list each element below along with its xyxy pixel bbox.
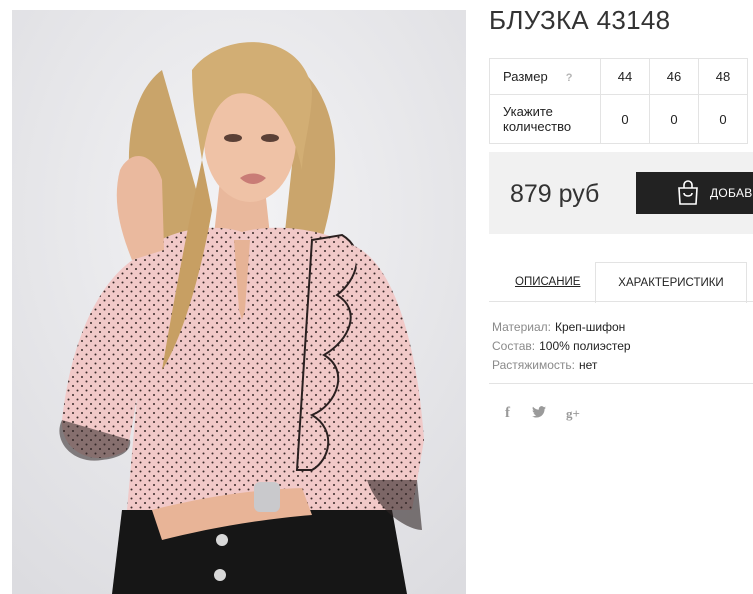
product-page: БЛУЗКА 43148 Размер? 44 46 48 Укажите ко… (0, 0, 753, 594)
product-title: БЛУЗКА 43148 (489, 5, 671, 35)
tab-description[interactable]: ОПИСАНИЕ (515, 276, 580, 288)
size-row: Размер? 44 46 48 (489, 58, 748, 95)
property-value: Креп-шифон (554, 320, 626, 334)
property-composition: Состав: 100% полиэстер (492, 337, 631, 356)
characteristics-list: Материал: Креп-шифон Состав: 100% полиэсте… (492, 318, 631, 375)
google-plus-icon[interactable]: g+ (566, 406, 580, 422)
size-46: 46 (649, 58, 699, 95)
quantity-input-44[interactable]: 0 (600, 94, 650, 144)
properties-divider (489, 383, 753, 384)
quantity-input-46[interactable]: 0 (649, 94, 699, 144)
product-photo[interactable] (12, 10, 466, 594)
product-price: 879 руб (510, 180, 600, 208)
quantity-label-cell: Укажите количество (489, 94, 601, 144)
property-key: Растяжимость: (492, 358, 576, 372)
social-share: f g+ (505, 405, 580, 422)
property-material: Материал: Креп-шифон (492, 318, 631, 337)
size-label-cell: Размер? (489, 58, 601, 95)
quantity-row: Укажите количество 0 0 0 (489, 94, 748, 144)
tabs-divider (489, 301, 753, 302)
property-key: Состав: (492, 339, 536, 353)
shopping-bag-icon (676, 180, 700, 206)
property-stretch: Растяжимость: нет (492, 356, 631, 375)
add-to-cart-label: ДОБАВИ (710, 186, 753, 200)
size-44: 44 (600, 58, 650, 95)
property-value: 100% полиэстер (539, 339, 631, 353)
size-quantity-table: Размер? 44 46 48 Укажите количество 0 0 … (489, 58, 748, 144)
product-tabs: ОПИСАНИЕ ХАРАКТЕРИСТИКИ (489, 262, 753, 303)
size-48: 48 (698, 58, 748, 95)
property-key: Материал: (492, 320, 551, 334)
twitter-icon[interactable] (532, 406, 546, 421)
quantity-label-line2: количество (503, 119, 572, 134)
add-to-cart-button[interactable]: ДОБАВИ (636, 172, 753, 214)
quantity-input-48[interactable]: 0 (698, 94, 748, 144)
property-value: нет (579, 358, 598, 372)
model-photo-illustration (12, 10, 466, 594)
quantity-label-line1: Укажите (503, 104, 553, 119)
tab-characteristics[interactable]: ХАРАКТЕРИСТИКИ (595, 262, 747, 303)
facebook-icon[interactable]: f (505, 405, 510, 422)
help-icon[interactable]: ? (566, 72, 573, 84)
price-box: 879 руб ДОБАВИ (489, 152, 753, 234)
size-label: Размер (503, 69, 548, 84)
